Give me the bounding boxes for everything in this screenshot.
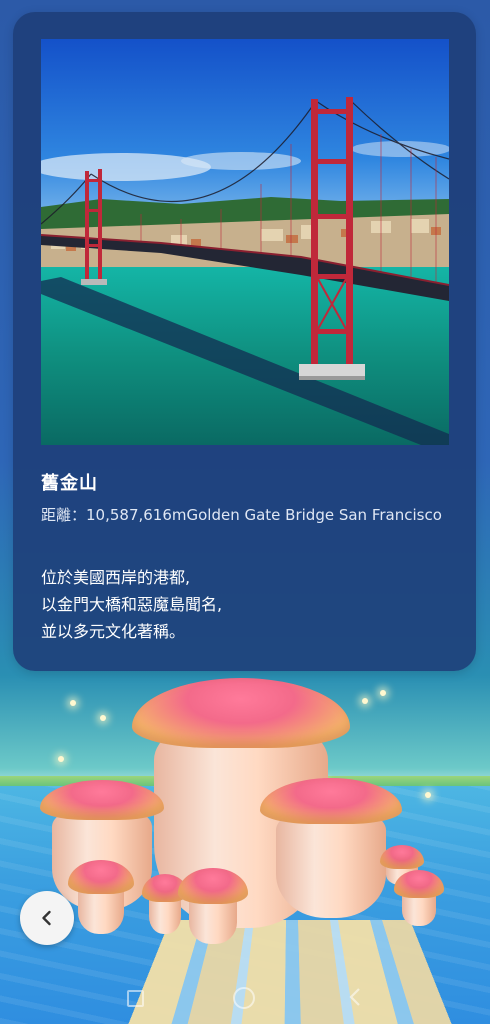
back-icon[interactable] <box>348 987 362 1011</box>
place-title: 舊金山 <box>41 473 98 494</box>
place-distance: 距離：10,587,616mGolden Gate Bridge San Fra… <box>41 506 442 524</box>
bridge-photo <box>41 39 449 445</box>
home-icon[interactable] <box>233 987 255 1009</box>
mushroom-small <box>178 868 248 944</box>
place-description: 位於美國西岸的港都, 以金門大橋和惡魔島聞名, 並以多元文化著稱。 <box>41 568 223 641</box>
sparkle <box>425 792 431 798</box>
sparkle <box>70 700 76 706</box>
mushroom-small <box>394 870 444 926</box>
sparkle <box>100 715 106 721</box>
mushroom-small <box>68 860 134 934</box>
system-nav-bar <box>0 970 490 1024</box>
place-photo <box>41 39 449 445</box>
back-button[interactable] <box>20 891 74 945</box>
chevron-left-icon <box>42 910 51 926</box>
sparkle <box>380 690 386 696</box>
sparkle <box>362 698 368 704</box>
sparkle <box>58 756 64 762</box>
place-info-card: 舊金山 距離：10,587,616mGolden Gate Bridge San… <box>13 12 476 671</box>
recents-icon[interactable] <box>127 990 144 1007</box>
